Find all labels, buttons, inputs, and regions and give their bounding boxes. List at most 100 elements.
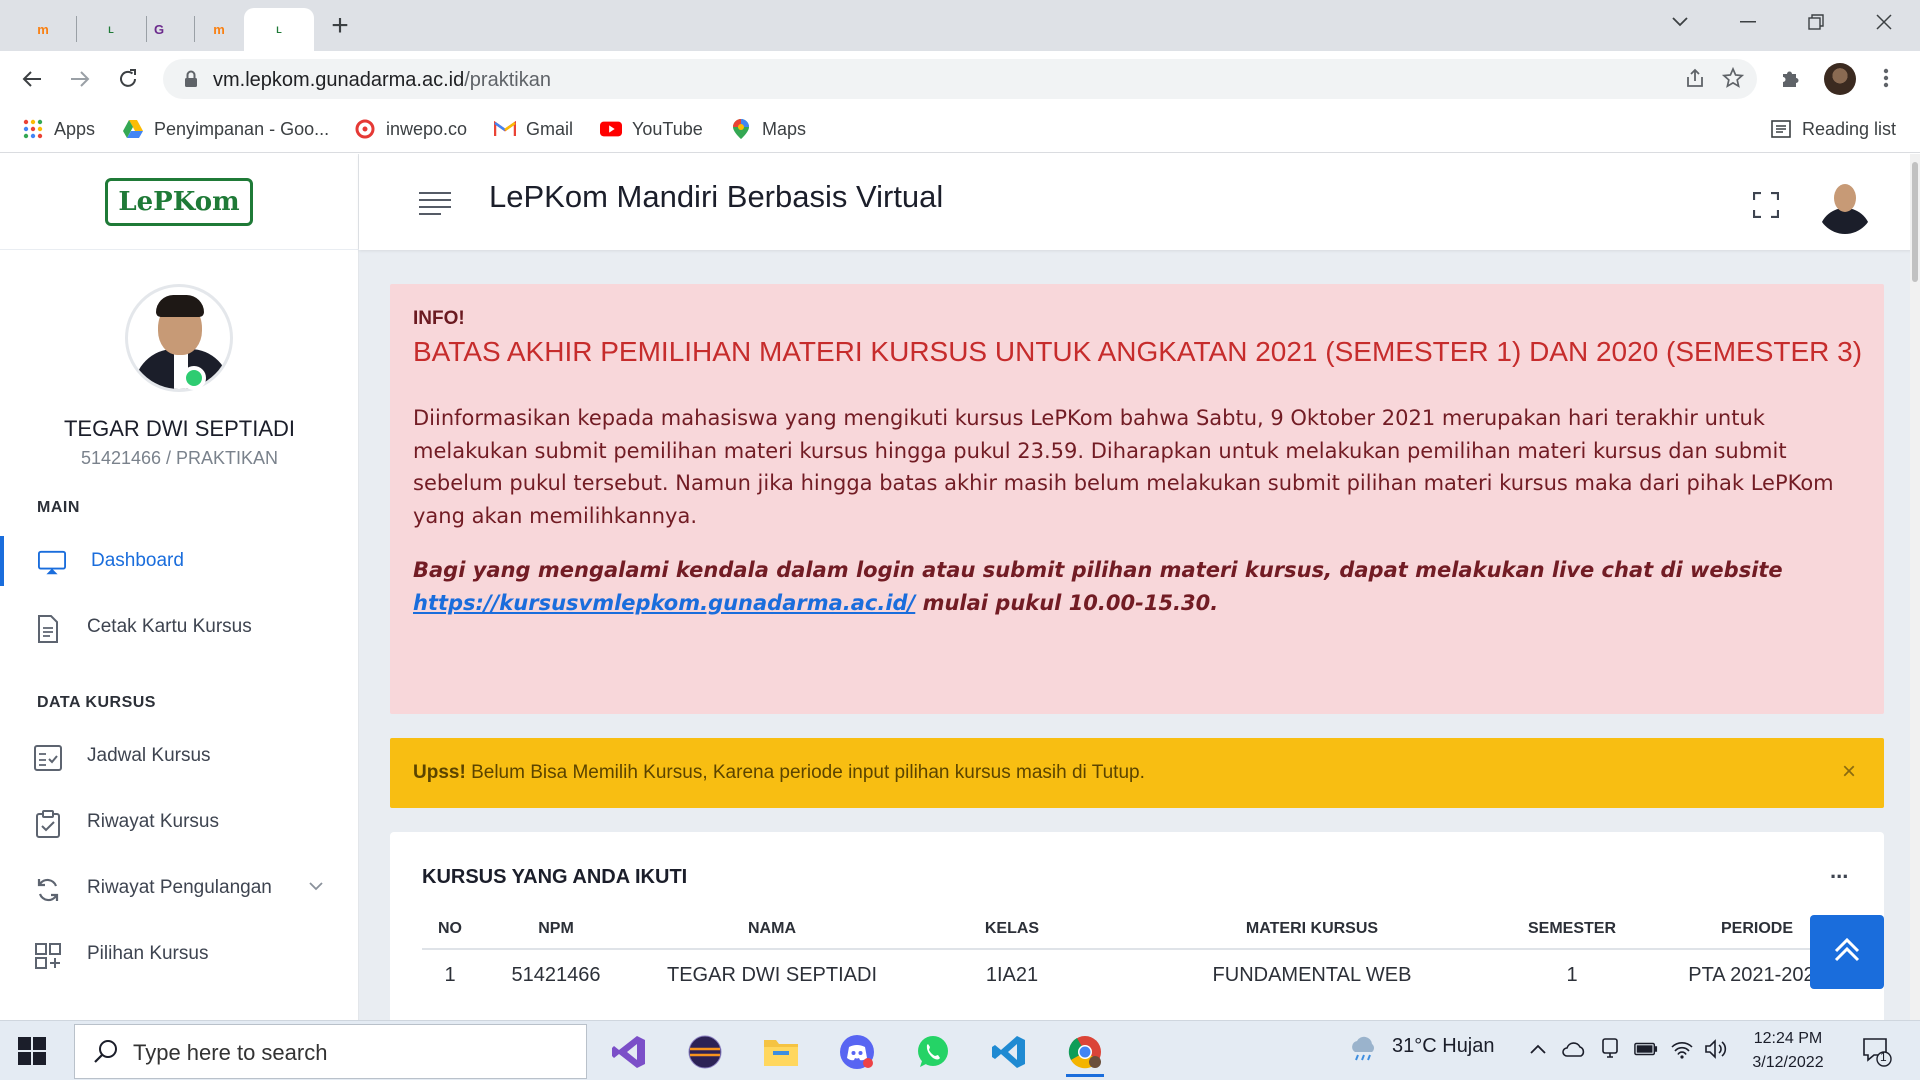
lepkom-icon: L xyxy=(108,24,114,35)
chrome-icon[interactable] xyxy=(1058,1027,1112,1077)
bookmark-label: Apps xyxy=(54,118,96,139)
bookmark-drive[interactable]: Penyimpanan - Goo... xyxy=(122,116,329,142)
tab-search-chevron-icon[interactable] xyxy=(1660,8,1700,36)
device-icon[interactable] xyxy=(1598,1037,1622,1061)
moodle-icon: m xyxy=(37,22,49,37)
apps-grid-icon xyxy=(22,118,44,140)
table-header: NO NPM NAMA KELAS MATERI KURSUS SEMESTER… xyxy=(422,906,1852,950)
bookmark-inwepo[interactable]: inwepo.co xyxy=(354,116,467,142)
windows-start-icon[interactable] xyxy=(18,1037,46,1065)
back-to-top-button[interactable] xyxy=(1810,915,1884,989)
taskbar-search-input[interactable]: Type here to search xyxy=(74,1024,587,1079)
wifi-icon[interactable] xyxy=(1670,1037,1694,1061)
document-icon xyxy=(34,615,62,643)
table-cell: 51421466 xyxy=(511,964,601,986)
chrome-profile-avatar[interactable] xyxy=(1824,63,1856,95)
lock-icon xyxy=(181,69,201,89)
sidebar-item-riwayat[interactable]: Riwayat Kursus xyxy=(0,797,359,847)
table-cell: 1 xyxy=(444,964,456,986)
bookmark-maps[interactable]: Maps xyxy=(730,116,806,142)
share-icon[interactable] xyxy=(1683,67,1707,91)
google-drive-icon xyxy=(122,118,144,140)
reading-list-icon xyxy=(1770,118,1792,140)
table-cell: 1IA21 xyxy=(985,964,1039,986)
browser-toolbar: vm.lepkom.gunadarma.ac.id/praktikan xyxy=(0,51,1920,106)
bookmarks-bar: Apps Penyimpanan - Goo... inwepo.co Gmai… xyxy=(0,106,1920,153)
warning-strong: Upss! xyxy=(413,762,466,783)
bookmark-youtube[interactable]: YouTube xyxy=(600,116,703,142)
back-button[interactable] xyxy=(16,63,48,95)
grid-plus-icon xyxy=(34,942,62,970)
bookmark-gmail[interactable]: Gmail xyxy=(494,116,573,142)
discord-icon[interactable] xyxy=(830,1027,884,1077)
restore-button[interactable] xyxy=(1796,8,1836,36)
minimize-button[interactable] xyxy=(1728,8,1768,36)
info-note-text: mulai pukul 10.00-15.30. xyxy=(922,590,1219,615)
browser-tab[interactable]: m xyxy=(186,8,252,51)
taskbar-clock[interactable]: 12:24 PM 3/12/2022 xyxy=(1738,1027,1838,1075)
bookmark-label: YouTube xyxy=(632,118,703,139)
close-window-button[interactable] xyxy=(1864,8,1904,36)
onedrive-cloud-icon[interactable] xyxy=(1562,1037,1586,1061)
column-header: NPM xyxy=(538,920,574,937)
forward-button[interactable] xyxy=(64,63,96,95)
bookmark-apps[interactable]: Apps xyxy=(22,116,95,142)
tab-divider xyxy=(76,16,77,42)
volume-icon[interactable] xyxy=(1704,1037,1728,1061)
browser-tab-active[interactable]: L xyxy=(244,8,314,51)
url-text: vm.lepkom.gunadarma.ac.id/praktikan xyxy=(213,69,551,91)
battery-icon[interactable] xyxy=(1634,1037,1658,1061)
google-maps-icon xyxy=(730,118,752,140)
column-header: MATERI KURSUS xyxy=(1245,920,1379,937)
address-bar[interactable]: vm.lepkom.gunadarma.ac.id/praktikan xyxy=(163,59,1757,99)
lepkom-logo[interactable]: LePKom xyxy=(105,178,253,226)
inwepo-icon xyxy=(354,118,376,140)
vscode-icon[interactable] xyxy=(982,1027,1036,1077)
hamburger-menu-icon[interactable] xyxy=(419,192,451,215)
bookmark-label: inwepo.co xyxy=(386,118,468,139)
weather-text[interactable]: 31°C Hujan xyxy=(1392,1035,1495,1058)
live-chat-link[interactable]: https://kursusvmlepkom.gunadarma.ac.id/ xyxy=(413,591,915,615)
browser-tab[interactable]: m xyxy=(10,8,76,51)
reload-button[interactable] xyxy=(112,63,144,95)
scrollbar-thumb[interactable] xyxy=(1912,162,1918,282)
sidebar-item-dashboard[interactable]: Dashboard xyxy=(0,536,359,586)
app-header: LePKom Mandiri Berbasis Virtual xyxy=(359,154,1920,250)
fullscreen-icon[interactable] xyxy=(1752,191,1780,219)
chrome-menu-icon[interactable] xyxy=(1870,62,1902,94)
sidebar-item-jadwal[interactable]: Jadwal Kursus xyxy=(0,731,359,781)
weather-rain-icon[interactable] xyxy=(1346,1036,1380,1061)
visual-studio-icon[interactable] xyxy=(602,1027,656,1077)
chevron-up-icon[interactable] xyxy=(1526,1037,1550,1061)
header-user-avatar[interactable] xyxy=(1817,178,1873,234)
sidebar-item-pengulangan[interactable]: Riwayat Pengulangan xyxy=(0,863,359,913)
close-icon[interactable]: × xyxy=(1842,758,1856,786)
sidebar-item-cetak-kartu[interactable]: Cetak Kartu Kursus xyxy=(0,602,359,652)
youtube-icon xyxy=(600,118,622,140)
double-chevron-up-icon xyxy=(1832,937,1862,968)
page-title: LePKom Mandiri Berbasis Virtual xyxy=(489,179,944,214)
new-tab-button[interactable]: + xyxy=(324,11,356,43)
clock-time: 12:24 PM xyxy=(1753,1030,1823,1047)
bookmark-star-icon[interactable] xyxy=(1721,66,1745,91)
windows-taskbar: Type here to search 31°C Hujan 12:24 PM … xyxy=(0,1020,1920,1080)
info-label: INFO! xyxy=(413,308,465,329)
eclipse-icon[interactable] xyxy=(678,1027,732,1077)
online-status-indicator xyxy=(182,366,206,390)
refresh-cycle-icon xyxy=(34,876,62,904)
file-explorer-icon[interactable] xyxy=(754,1027,808,1077)
browser-tab[interactable]: G xyxy=(126,8,192,51)
card-title: KURSUS YANG ANDA IKUTI xyxy=(422,866,688,888)
moodle-icon: m xyxy=(213,22,225,37)
more-options-icon[interactable]: ... xyxy=(1830,858,1848,884)
whatsapp-icon[interactable] xyxy=(906,1027,960,1077)
sidebar: LePKom TEGAR DWI SEPTIADI 51421466 / PRA… xyxy=(0,154,359,1020)
clock-date: 3/12/2022 xyxy=(1752,1054,1824,1071)
notification-center-icon[interactable]: 1 xyxy=(1862,1037,1892,1067)
lepkom-icon: L xyxy=(276,24,282,35)
page-scrollbar[interactable] xyxy=(1910,154,1920,1020)
reading-list-button[interactable]: Reading list xyxy=(1770,116,1896,142)
extensions-puzzle-icon[interactable] xyxy=(1774,62,1806,94)
schedule-list-icon xyxy=(34,744,62,772)
sidebar-item-pilihan[interactable]: Pilihan Kursus xyxy=(0,929,359,979)
